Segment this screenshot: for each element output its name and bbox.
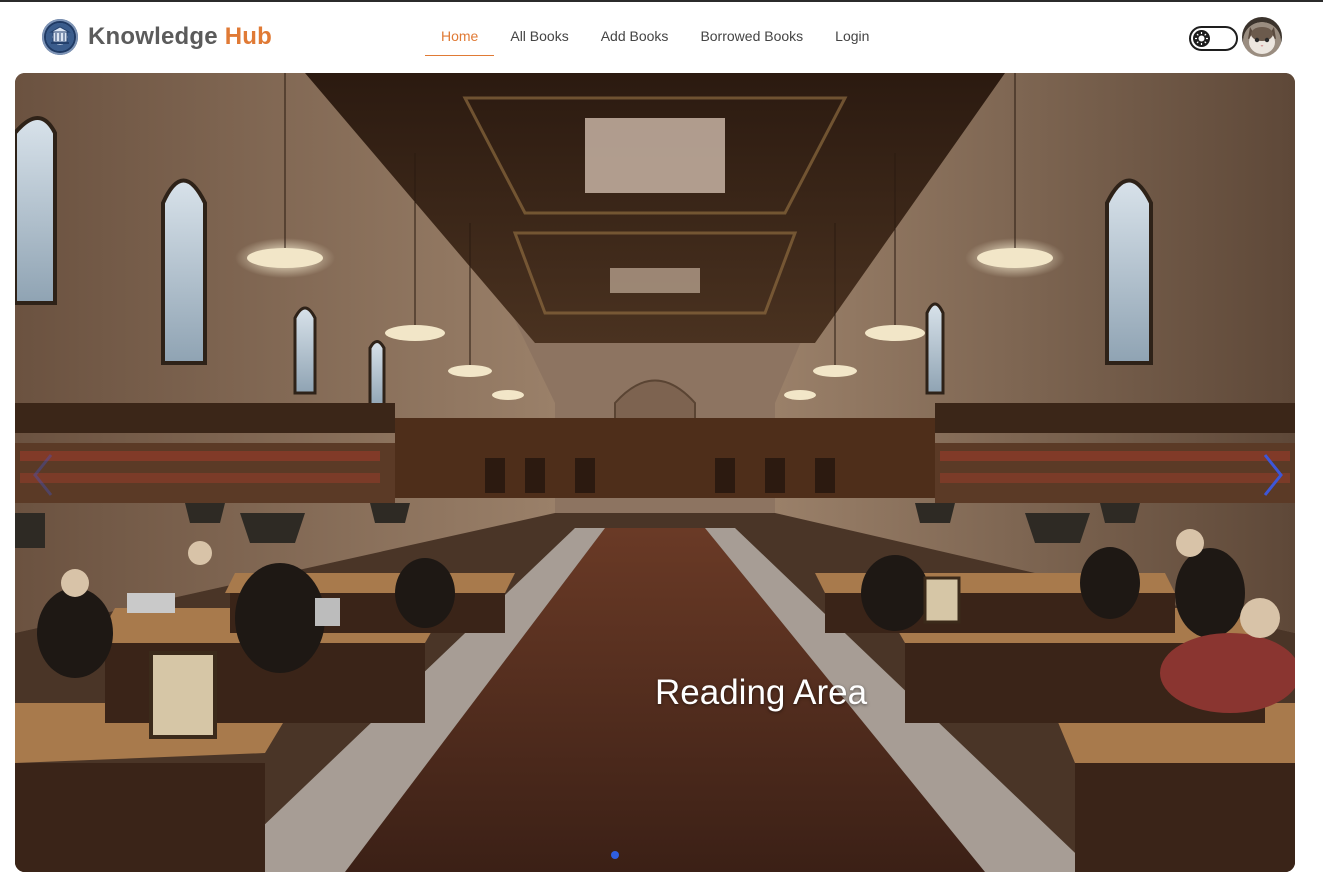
logo-icon[interactable] xyxy=(42,19,78,55)
carousel-prev-button[interactable] xyxy=(29,451,57,499)
brand-title[interactable]: Knowledge Hub xyxy=(88,22,272,52)
nav-login[interactable]: Login xyxy=(819,16,885,56)
carousel-next-button[interactable] xyxy=(1259,451,1287,499)
nav-home[interactable]: Home xyxy=(425,16,495,56)
slide-caption: Reading Area xyxy=(655,673,868,712)
chevron-left-icon xyxy=(33,454,53,496)
carousel-dot-active[interactable] xyxy=(611,851,619,859)
hero-carousel: Reading Area xyxy=(15,73,1295,872)
reading-room-image xyxy=(15,73,1295,872)
brand-name-part2: Hub xyxy=(224,23,272,50)
user-avatar[interactable] xyxy=(1242,17,1282,57)
top-navbar: Knowledge Hub Home All Books Add Books B… xyxy=(0,2,1323,70)
nav-borrowed-books[interactable]: Borrowed Books xyxy=(684,16,819,56)
nav-all-books[interactable]: All Books xyxy=(494,16,584,56)
sun-icon xyxy=(1193,30,1210,47)
nav-add-books[interactable]: Add Books xyxy=(585,16,685,56)
main-nav: Home All Books Add Books Borrowed Books … xyxy=(425,16,885,56)
theme-toggle[interactable] xyxy=(1189,26,1238,51)
cat-avatar-icon xyxy=(1248,27,1276,54)
brand-name-part1: Knowledge xyxy=(88,23,218,50)
chevron-right-icon xyxy=(1263,454,1283,496)
